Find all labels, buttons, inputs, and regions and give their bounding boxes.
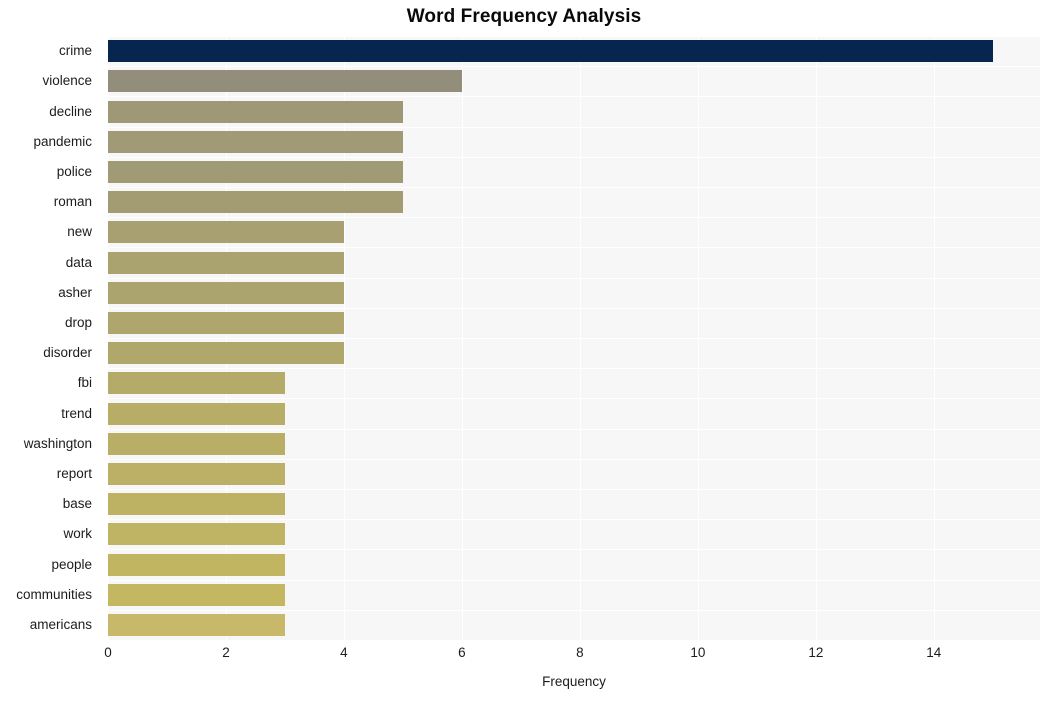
- y-axis-tick-label: drop: [64, 314, 92, 330]
- y-axis-tick-label: roman: [53, 194, 92, 210]
- bar: [108, 100, 403, 123]
- y-axis-tick-label: data: [65, 254, 92, 270]
- bar: [108, 613, 285, 636]
- horizontal-gridline: [108, 278, 1040, 279]
- horizontal-gridline: [108, 549, 1040, 550]
- y-axis-tick-label: work: [63, 526, 92, 542]
- bar: [108, 70, 462, 93]
- chart-title: Word Frequency Analysis: [406, 6, 642, 27]
- bar: [108, 462, 285, 485]
- horizontal-gridline: [108, 36, 1040, 37]
- horizontal-gridline: [108, 187, 1040, 188]
- bar: [108, 402, 285, 425]
- y-axis-tick-label: report: [56, 465, 92, 481]
- chart-figure: Word Frequency Analysis crime violence dec…: [0, 0, 1048, 701]
- horizontal-gridline: [108, 610, 1040, 611]
- y-axis-tick-label: violence: [42, 73, 92, 89]
- bar: [108, 372, 285, 395]
- y-axis-tick-label: new: [67, 224, 92, 240]
- x-axis-tick-label: 0: [104, 645, 112, 660]
- horizontal-gridline: [108, 640, 1040, 641]
- y-axis-tick-label: crime: [59, 43, 92, 59]
- horizontal-gridline: [108, 580, 1040, 581]
- bar: [108, 281, 344, 304]
- horizontal-gridline: [108, 247, 1040, 248]
- bar: [108, 251, 344, 274]
- horizontal-gridline: [108, 96, 1040, 97]
- y-axis-tick-label: fbi: [77, 375, 92, 391]
- y-axis-tick-label: disorder: [43, 345, 92, 361]
- bar: [108, 130, 403, 153]
- x-axis-tick-label: 10: [690, 645, 706, 660]
- bar: [108, 342, 344, 365]
- horizontal-gridline: [108, 368, 1040, 369]
- bar: [108, 191, 403, 214]
- horizontal-gridline: [108, 489, 1040, 490]
- bar: [108, 311, 344, 334]
- bar: [108, 523, 285, 546]
- y-axis-tick-label: pandemic: [33, 133, 92, 149]
- x-axis-tick-label: 8: [576, 645, 584, 660]
- y-axis-tick-label: americans: [29, 616, 92, 632]
- horizontal-gridline: [108, 127, 1040, 128]
- y-axis-tick-label: decline: [49, 103, 92, 119]
- horizontal-gridline: [108, 459, 1040, 460]
- y-axis-tick-label: asher: [58, 284, 92, 300]
- x-axis-title: Frequency: [542, 674, 606, 689]
- y-axis-tick-label: base: [62, 496, 92, 512]
- horizontal-gridline: [108, 398, 1040, 399]
- bar: [108, 221, 344, 244]
- y-axis-tick-label: trend: [61, 405, 92, 421]
- horizontal-gridline: [108, 519, 1040, 520]
- horizontal-gridline: [108, 217, 1040, 218]
- bar: [108, 493, 285, 516]
- bar: [108, 553, 285, 576]
- horizontal-gridline: [108, 308, 1040, 309]
- y-axis-tick-label: communities: [16, 586, 92, 602]
- y-axis-tick-label: police: [56, 163, 92, 179]
- x-axis-tick-label: 4: [340, 645, 348, 660]
- y-axis-tick-label: people: [51, 556, 92, 572]
- horizontal-gridline: [108, 157, 1040, 158]
- y-axis-tick-labels: crime violence decline pandemic police roman n…: [0, 36, 100, 640]
- bar: [108, 160, 403, 183]
- horizontal-gridline: [108, 338, 1040, 339]
- x-axis-tick-label: 2: [222, 645, 230, 660]
- x-axis-tick-labels: 0 2 4 6 8 10 12 14: [0, 645, 1048, 667]
- x-axis-tick-label: 14: [926, 645, 942, 660]
- plot-area: [108, 36, 1040, 641]
- bar: [108, 432, 285, 455]
- x-axis-tick-label: 6: [458, 645, 466, 660]
- y-axis-tick-label: washington: [23, 435, 92, 451]
- horizontal-gridline: [108, 66, 1040, 67]
- x-axis-tick-label: 12: [808, 645, 824, 660]
- bar: [108, 583, 285, 606]
- bar: [108, 40, 993, 63]
- horizontal-gridline: [108, 429, 1040, 430]
